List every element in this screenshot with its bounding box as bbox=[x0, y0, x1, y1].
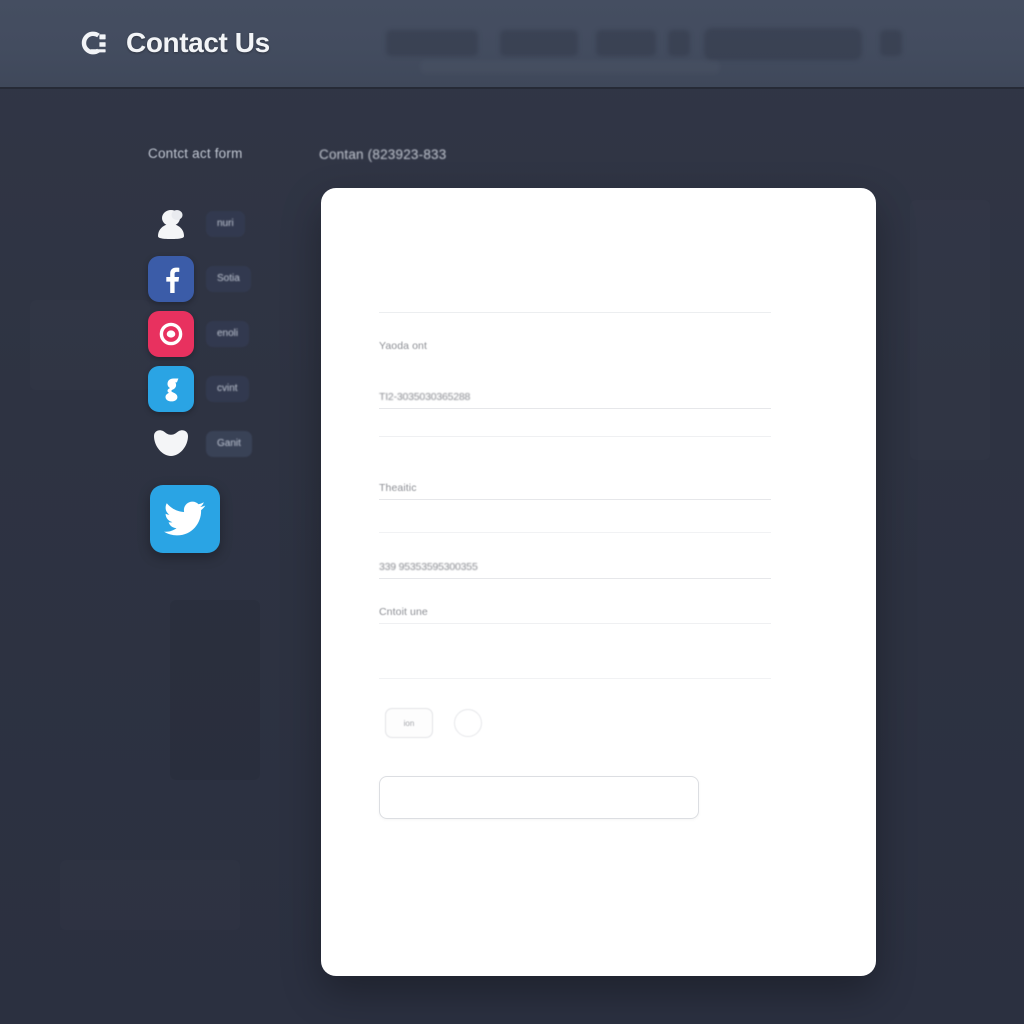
bg-texture bbox=[60, 860, 240, 930]
form-field-name[interactable]: Yaoda ont bbox=[379, 340, 771, 352]
telegram-icon[interactable] bbox=[148, 365, 194, 412]
social-links-list: nuri Sotia enoli cvint Ganit bbox=[148, 196, 328, 471]
ghost-nav-item[interactable] bbox=[386, 30, 478, 56]
form-divider bbox=[379, 312, 771, 313]
ghost-nav-item[interactable] bbox=[668, 30, 690, 56]
form-field-reference[interactable]: 339 95353595300355 bbox=[379, 561, 771, 579]
instagram-icon[interactable] bbox=[148, 310, 194, 357]
field-underline bbox=[379, 408, 771, 409]
page-root: Contact Us Contct act form nuri Sotia en… bbox=[0, 0, 1024, 1024]
list-item-badge: Sotia bbox=[206, 265, 251, 292]
list-item-badge: nuri bbox=[206, 210, 245, 237]
list-item-badge: cvint bbox=[206, 375, 249, 402]
list-item-badge: enoli bbox=[206, 320, 250, 347]
facebook-icon[interactable] bbox=[148, 255, 194, 302]
heart-blob-icon[interactable] bbox=[148, 421, 194, 467]
bg-texture bbox=[30, 300, 150, 390]
header-action-icon[interactable] bbox=[880, 30, 902, 56]
field-value: 339 95353595300355 bbox=[379, 561, 478, 573]
form-heading: Contan (823923-833 bbox=[319, 147, 447, 162]
form-divider bbox=[379, 436, 771, 437]
list-item-badge: Ganit bbox=[206, 430, 252, 457]
small-button-label: ion bbox=[403, 718, 415, 728]
list-item[interactable]: nuri bbox=[148, 196, 328, 251]
app-header: Contact Us bbox=[0, 0, 1024, 89]
header-brand: Contact Us bbox=[76, 26, 270, 60]
search-input[interactable] bbox=[704, 28, 862, 60]
field-underline bbox=[379, 499, 771, 500]
bg-texture bbox=[910, 200, 990, 460]
form-field-subject[interactable]: Theaitic bbox=[379, 482, 771, 500]
field-underline bbox=[379, 623, 771, 624]
form-field-message[interactable]: Cntoit une bbox=[379, 606, 771, 624]
sidebar-heading-wrap: Contct act form bbox=[148, 146, 308, 161]
ghost-nav-item[interactable] bbox=[500, 30, 578, 56]
ghost-underline bbox=[420, 60, 720, 74]
blob-avatar-icon[interactable] bbox=[148, 201, 194, 247]
message-input[interactable] bbox=[379, 776, 699, 819]
sidebar-heading: Contct act form bbox=[148, 146, 243, 161]
field-label: Cntoit une bbox=[379, 606, 428, 618]
twitter-icon[interactable] bbox=[150, 485, 220, 553]
form-divider bbox=[379, 678, 771, 679]
ghost-nav-item[interactable] bbox=[596, 30, 656, 56]
bg-texture bbox=[170, 600, 260, 780]
field-label: Theaitic bbox=[379, 482, 417, 494]
list-item[interactable]: cvint bbox=[148, 361, 328, 416]
field-value: TI2-3035030365288 bbox=[379, 391, 471, 403]
list-item[interactable]: Ganit bbox=[148, 416, 328, 471]
submit-small-button[interactable]: ion bbox=[385, 708, 433, 738]
circle-toggle[interactable] bbox=[454, 709, 482, 737]
page-title: Contact Us bbox=[126, 27, 270, 58]
form-divider bbox=[379, 532, 771, 533]
list-item[interactable]: enoli bbox=[148, 306, 328, 361]
form-field-phone[interactable]: TI2-3035030365288 bbox=[379, 391, 771, 409]
contact-form-card: Yaoda ont TI2-3035030365288 Theaitic 339… bbox=[321, 188, 876, 976]
field-label: Yaoda ont bbox=[379, 340, 427, 352]
list-item[interactable]: Sotia bbox=[148, 251, 328, 306]
c-logo-icon bbox=[76, 26, 110, 60]
field-underline bbox=[379, 578, 771, 579]
